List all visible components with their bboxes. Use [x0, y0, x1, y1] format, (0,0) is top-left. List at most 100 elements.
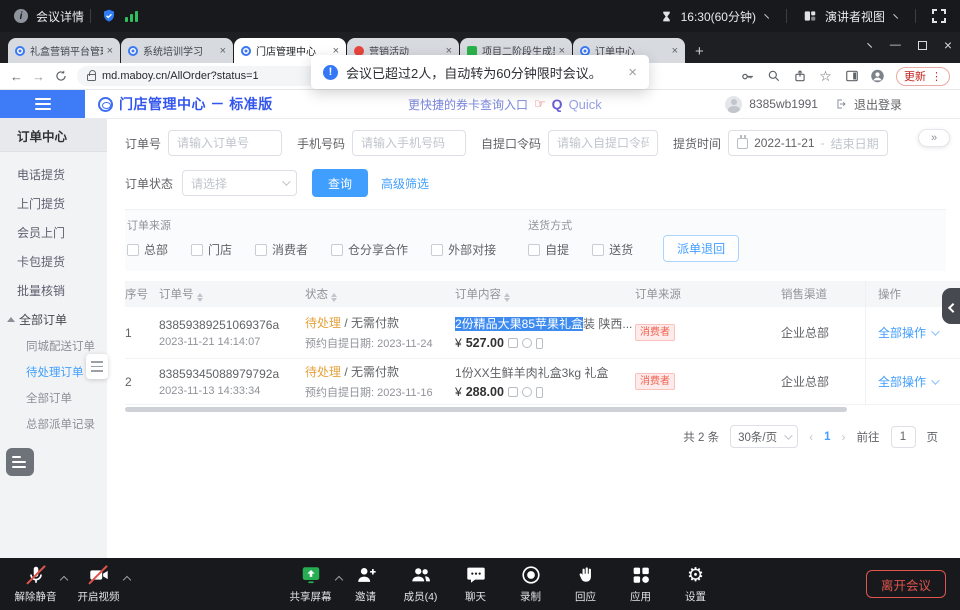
floating-list-widget[interactable]	[6, 448, 34, 476]
checkbox-icon[interactable]	[127, 244, 139, 256]
checkbox-delivery[interactable]: 送货	[592, 241, 633, 258]
checkbox-self-pickup[interactable]: 自提	[528, 241, 569, 258]
checkbox-icon[interactable]	[431, 244, 443, 256]
invite-button[interactable]: 邀请	[338, 563, 393, 604]
chevron-up-icon[interactable]	[123, 576, 131, 584]
meeting-details[interactable]: i 会议详情	[14, 8, 84, 25]
quick-logo[interactable]: Q	[552, 96, 563, 112]
scrollbar-thumb[interactable]	[125, 407, 847, 412]
sidebar-item-batch-verify[interactable]: 批量核销	[0, 276, 107, 305]
user-avatar[interactable]	[725, 96, 742, 113]
chat-button[interactable]: 聊天	[448, 563, 503, 604]
sidebar-item-phone-pickup[interactable]: 电话提货	[0, 160, 107, 189]
sidebar-drag-handle[interactable]	[86, 354, 108, 379]
quick-label[interactable]: Quick	[569, 97, 602, 112]
checkbox-external[interactable]: 外部对接	[431, 241, 496, 258]
start-video-button[interactable]: 开启视频	[71, 563, 126, 604]
checkbox-icon[interactable]	[528, 244, 540, 256]
badge-icon[interactable]	[522, 387, 532, 397]
sort-icon[interactable]	[331, 293, 337, 302]
horizontal-scrollbar[interactable]	[125, 407, 960, 412]
window-minimize-button[interactable]: —	[890, 39, 901, 51]
side-panel-icon[interactable]	[844, 69, 859, 84]
new-tab-button[interactable]: +	[695, 44, 704, 59]
sidebar-subitem-hq-dispatch-log[interactable]: 总部派单记录	[0, 411, 107, 437]
checkbox-warehouse-share[interactable]: 仓分享合作	[331, 241, 408, 258]
next-page-button[interactable]: ›	[842, 430, 846, 444]
view-mode-switch[interactable]: 演讲者视图	[803, 8, 899, 25]
sidebar-group-all-orders[interactable]: 全部订单	[0, 305, 107, 333]
checkbox-icon[interactable]	[592, 244, 604, 256]
fullscreen-button[interactable]	[932, 9, 946, 23]
browser-tab[interactable]: 礼盒营销平台管理中心×	[8, 38, 120, 63]
dispatch-return-button[interactable]: 派单退回	[663, 235, 739, 262]
apps-button[interactable]: 应用	[613, 563, 668, 604]
checkbox-hq[interactable]: 总部	[127, 241, 168, 258]
chevron-up-icon[interactable]	[60, 576, 68, 584]
bookmark-star-icon[interactable]: ☆	[818, 69, 833, 84]
tab-close-icon[interactable]: ×	[672, 45, 678, 57]
order-status-select[interactable]: 请选择	[182, 170, 297, 196]
badge-icon[interactable]	[522, 338, 532, 348]
mobile-icon[interactable]	[536, 387, 543, 398]
checkbox-consumer[interactable]: 消费者	[255, 241, 308, 258]
expand-filters-button[interactable]: »	[918, 129, 950, 147]
current-page[interactable]: 1	[824, 431, 830, 443]
share-screen-button[interactable]: 共享屏幕	[283, 563, 338, 604]
pickup-code-input[interactable]	[548, 130, 658, 156]
toast-close-icon[interactable]: ×	[628, 64, 637, 81]
reload-icon[interactable]	[54, 69, 68, 83]
logout-link[interactable]: 退出登录	[854, 96, 902, 113]
forward-icon[interactable]: →	[32, 69, 45, 84]
share-icon[interactable]	[792, 69, 807, 84]
order-no-input[interactable]	[168, 130, 282, 156]
print-icon[interactable]	[508, 338, 518, 348]
table-row[interactable]: 2 83859345088979792a 2023-11-13 14:33:34…	[125, 359, 960, 405]
password-key-icon[interactable]	[740, 69, 755, 84]
print-icon[interactable]	[508, 387, 518, 397]
sidebar-item-member-visit[interactable]: 会员上门	[0, 218, 107, 247]
profile-avatar-icon[interactable]	[870, 69, 885, 84]
page-size-select[interactable]: 30条/页	[730, 425, 798, 448]
leave-meeting-button[interactable]: 离开会议	[866, 570, 946, 598]
browser-tab[interactable]: 系统培训学习×	[121, 38, 233, 63]
sidebar-toggle-button[interactable]	[0, 90, 85, 118]
chrome-update-button[interactable]: 更新 ⋮	[896, 67, 950, 86]
sidebar-subitem-all-orders[interactable]: 全部订单	[0, 385, 107, 411]
record-button[interactable]: 录制	[503, 563, 558, 604]
table-row[interactable]: 1 83859389251069376a 2023-11-21 14:14:07…	[125, 307, 960, 359]
checkbox-store[interactable]: 门店	[191, 241, 232, 258]
kebab-menu-icon[interactable]: ⋮	[931, 70, 942, 83]
logout-icon[interactable]	[835, 98, 847, 110]
prev-page-button[interactable]: ‹	[809, 430, 813, 444]
unmute-button[interactable]: 解除静音	[8, 563, 63, 604]
members-button[interactable]: 成员(4)	[393, 563, 448, 604]
meeting-panel-handle[interactable]	[942, 288, 960, 324]
zoom-icon[interactable]	[766, 69, 781, 84]
sort-icon[interactable]	[504, 293, 510, 302]
reactions-button[interactable]: 回应	[558, 563, 613, 604]
checkbox-icon[interactable]	[191, 244, 203, 256]
sidebar-item-card-pickup[interactable]: 卡包提货	[0, 247, 107, 276]
advanced-filter-link[interactable]: 高级筛选	[381, 175, 429, 192]
tab-close-icon[interactable]: ×	[220, 45, 226, 57]
search-button[interactable]: 查询	[312, 169, 368, 197]
meeting-timer[interactable]: 16:30(60分钟)	[660, 8, 770, 25]
all-actions-dropdown[interactable]: 全部操作	[878, 373, 937, 390]
mobile-icon[interactable]	[536, 338, 543, 349]
window-maximize-button[interactable]	[918, 41, 927, 50]
checkbox-icon[interactable]	[255, 244, 267, 256]
goto-page-input[interactable]: 1	[891, 426, 916, 448]
network-signal-icon[interactable]	[125, 10, 138, 22]
settings-button[interactable]: ⚙ 设置	[668, 563, 723, 604]
back-icon[interactable]: ←	[10, 69, 23, 84]
window-close-button[interactable]: ×	[944, 37, 952, 53]
phone-input[interactable]	[352, 130, 466, 156]
tab-search-icon[interactable]	[867, 39, 875, 47]
security-shield[interactable]	[101, 8, 117, 24]
sort-icon[interactable]	[197, 293, 203, 302]
tab-close-icon[interactable]: ×	[107, 45, 113, 57]
sidebar-item-store-pickup[interactable]: 上门提货	[0, 189, 107, 218]
all-actions-dropdown[interactable]: 全部操作	[878, 324, 937, 341]
checkbox-icon[interactable]	[331, 244, 343, 256]
